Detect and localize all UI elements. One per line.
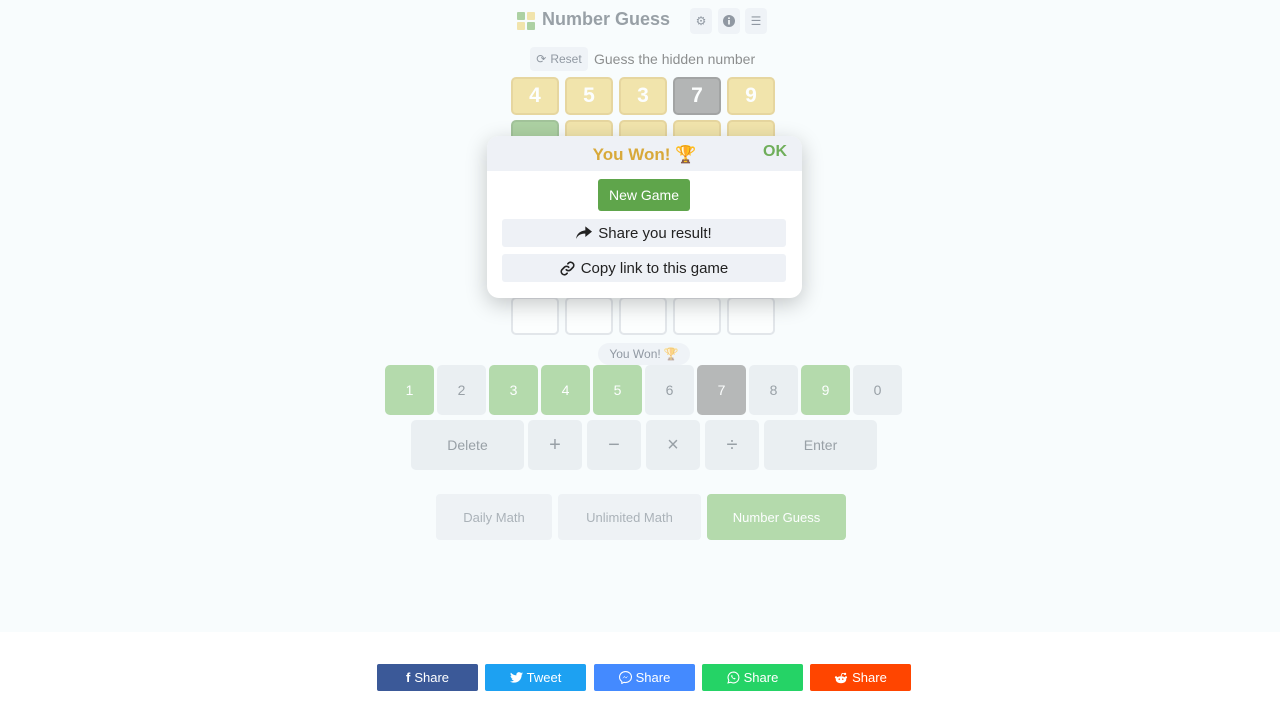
board-tile-empty [673,297,721,335]
twitter-icon [509,672,523,683]
board-tile-empty [619,297,667,335]
reddit-share-button[interactable]: Share [810,664,911,691]
modal-title: You Won! 🏆 [487,145,802,165]
copy-link-button[interactable]: Copy link to this game [502,254,786,282]
share-label: Share [635,670,671,685]
delete-key[interactable]: Delete [411,420,524,470]
logo-icon [517,12,535,30]
refresh-icon: ⟳ [536,52,547,66]
tweet-label: Tweet [526,670,562,685]
key-2[interactable]: 2 [437,365,486,415]
board-tile: 7 [673,77,721,115]
reddit-icon [835,672,848,683]
messenger-icon [618,671,632,684]
new-game-button[interactable]: New Game [598,179,690,211]
reset-label: Reset [550,52,582,66]
key-4[interactable]: 4 [541,365,590,415]
share-arrow-icon [576,226,593,239]
board-tile: 3 [619,77,667,115]
facebook-icon: f [405,670,411,685]
share-label: Share [743,670,779,685]
link-icon [560,260,575,276]
settings-button[interactable]: ⚙ [690,8,712,34]
menu-icon: ☰ [750,14,762,28]
mode-daily-math[interactable]: Daily Math [436,494,552,540]
share-result-button[interactable]: Share you result! [502,219,786,247]
key-9[interactable]: 9 [801,365,850,415]
twitter-share-button[interactable]: Tweet [485,664,586,691]
enter-key[interactable]: Enter [764,420,877,470]
trophy-icon: 🏆 [675,145,697,164]
facebook-share-button[interactable]: f Share [377,664,478,691]
info-button[interactable] [718,8,740,34]
whatsapp-icon [726,671,740,684]
info-icon [723,15,735,27]
board-tile: 5 [565,77,613,115]
result-modal: You Won! 🏆 OK New Game Share you result!… [487,136,802,298]
reset-button[interactable]: ⟳ Reset [530,47,588,71]
copy-link-label: Copy link to this game [580,259,729,277]
menu-button[interactable]: ☰ [745,8,767,34]
board-tile-empty [511,297,559,335]
key-7[interactable]: 7 [697,365,746,415]
mode-number-guess[interactable]: Number Guess [707,494,846,540]
subtitle: Guess the hidden number [594,51,756,67]
minus-key[interactable]: − [587,420,641,470]
messenger-share-button[interactable]: Share [594,664,695,691]
status-badge: You Won! 🏆 [598,343,690,365]
key-1[interactable]: 1 [385,365,434,415]
app-title: Number Guess [542,9,671,29]
whatsapp-share-button[interactable]: Share [702,664,803,691]
trophy-icon: 🏆 [663,347,679,361]
key-0[interactable]: 0 [853,365,902,415]
status-text: You Won! [609,347,661,361]
board-tile: 4 [511,77,559,115]
ok-button[interactable]: OK [763,143,787,161]
modal-title-text: You Won! [592,145,671,164]
share-label: Share [852,670,887,685]
gear-icon: ⚙ [695,14,707,28]
share-label: Share [414,670,450,685]
divide-key[interactable]: ÷ [705,420,759,470]
board-tile-empty [565,297,613,335]
mode-unlimited-math[interactable]: Unlimited Math [558,494,701,540]
board-tile-empty [727,297,775,335]
key-5[interactable]: 5 [593,365,642,415]
key-8[interactable]: 8 [749,365,798,415]
share-result-label: Share you result! [598,224,712,242]
multiply-key[interactable]: × [646,420,700,470]
key-6[interactable]: 6 [645,365,694,415]
header: Number Guess ⚙ ☰ [0,8,1280,36]
plus-key[interactable]: + [528,420,582,470]
board-tile: 9 [727,77,775,115]
key-3[interactable]: 3 [489,365,538,415]
